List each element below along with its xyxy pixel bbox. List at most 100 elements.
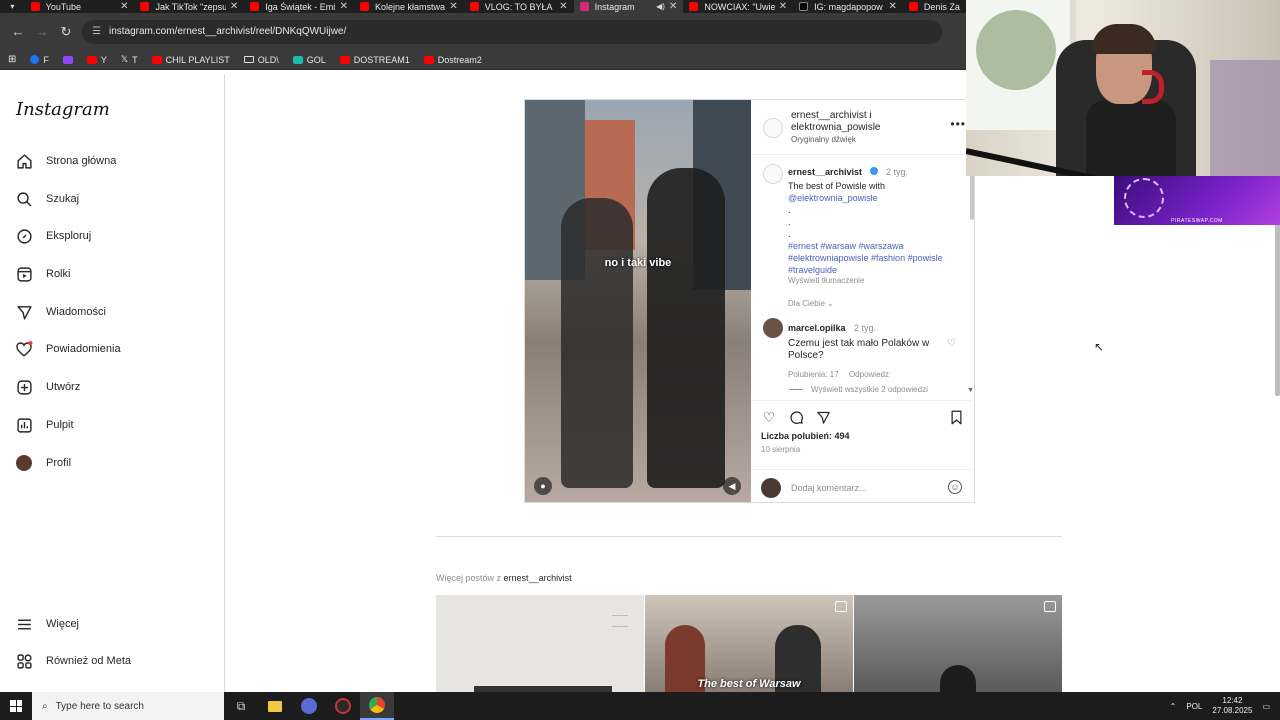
tab-iga-swiatek[interactable]: Iga Świątek - Emi ✕ — [244, 0, 354, 13]
tagged-user-icon[interactable]: ● — [534, 477, 552, 495]
thumbnail-person — [940, 665, 976, 692]
post-thumbnail[interactable] — [854, 595, 1062, 692]
original-audio-link[interactable]: Oryginalny dźwięk — [791, 135, 856, 144]
reel-video[interactable]: no i taki vibe ● ◀ — [525, 100, 751, 502]
bookmark-gol[interactable]: GOL — [292, 55, 326, 65]
save-bookmark-button[interactable] — [948, 409, 964, 425]
tab-search-button[interactable]: ▾ — [0, 0, 25, 13]
clock[interactable]: 12:42 27.08.2025 — [1212, 696, 1252, 716]
language-indicator[interactable]: POL — [1186, 702, 1202, 711]
close-tab-icon[interactable]: ✕ — [559, 1, 567, 12]
for-you-dropdown[interactable]: Dla Ciebie ⌄ — [788, 299, 963, 308]
section-divider — [436, 536, 1062, 537]
tab-vlog[interactable]: VLOG: TO BYŁA N ✕ — [464, 0, 574, 13]
post-authors[interactable]: ernest__archivist i elektrownia_powisle — [791, 110, 881, 134]
app-icon[interactable] — [292, 692, 326, 720]
bookmark-x[interactable]: 𝕏T — [121, 54, 138, 65]
caption-username[interactable]: ernest__archivist — [788, 167, 862, 177]
windows-icon — [10, 700, 22, 712]
file-explorer-icon[interactable] — [258, 692, 292, 720]
hashtags[interactable]: #ernest #warsaw #warszawa — [788, 240, 963, 252]
close-tab-icon[interactable]: ✕ — [669, 1, 677, 12]
notifications-icon[interactable]: ▭ — [1262, 702, 1270, 711]
address-bar[interactable]: ☰ instagram.com/ernest__archivist/reel/D… — [82, 19, 942, 44]
meta-icon — [14, 651, 34, 671]
likes-count[interactable]: Liczba polubień: 494 — [761, 431, 850, 441]
comment-button[interactable] — [788, 409, 804, 425]
tab-tiktok-video[interactable]: Jak TikTok "zepsu ✕ — [134, 0, 244, 13]
youtube-icon — [151, 55, 162, 64]
nav-reels[interactable]: Rolki — [14, 262, 70, 286]
post-thumbnail[interactable]: The best of Warsaw — [645, 595, 853, 692]
tab-nowciax[interactable]: NOWCIAX: "Uwie ✕ — [683, 0, 793, 13]
author-avatar[interactable] — [763, 118, 783, 138]
chevron-up-icon[interactable]: ⌃ — [1170, 702, 1177, 711]
nav-explore[interactable]: Eksploruj — [14, 224, 91, 248]
emoji-icon[interactable]: ☺ — [948, 480, 962, 494]
close-tab-icon[interactable]: ✕ — [449, 1, 457, 12]
taskbar-search[interactable]: ⌕ Type here to search — [32, 692, 224, 720]
nav-profile[interactable]: Profil — [14, 451, 71, 475]
bookmark-youtube[interactable]: Y — [86, 55, 107, 65]
apps-icon[interactable]: ⊞ — [8, 54, 16, 65]
comment-username[interactable]: marcel.opilka — [788, 323, 846, 333]
nav-messages[interactable]: Wiadomości — [14, 300, 106, 324]
commenter-avatar[interactable] — [763, 318, 783, 338]
bookmark-twitch[interactable] — [62, 55, 73, 64]
app-icon[interactable] — [326, 692, 360, 720]
site-info-icon[interactable]: ☰ — [92, 26, 101, 37]
scroll-down-arrow-icon[interactable]: ▼ — [967, 387, 974, 394]
nav-create[interactable]: Utwórz — [14, 375, 80, 399]
reply-button[interactable]: Odpowiedz — [849, 370, 889, 379]
bookmark-dostream1[interactable]: DOSTREAM1 — [339, 55, 410, 65]
hashtags[interactable]: #elektrowniapowisle #fashion #powisle — [788, 252, 963, 264]
tab-youtube[interactable]: YouTube ✕ — [25, 0, 135, 13]
hashtags[interactable]: #travelguide — [788, 264, 963, 276]
tab-tiktok-magda[interactable]: IG: magdapopow ✕ — [793, 0, 903, 13]
forward-button[interactable]: → — [30, 20, 54, 44]
reload-button[interactable]: ↻ — [54, 20, 78, 44]
add-comment-input[interactable]: Dodaj komentarz... — [791, 483, 867, 493]
chrome-icon[interactable] — [360, 692, 394, 720]
close-tab-icon[interactable]: ✕ — [230, 1, 238, 12]
like-button[interactable]: ♡ — [761, 409, 777, 425]
nav-also-from-meta[interactable]: Również od Meta — [14, 649, 131, 673]
share-button[interactable] — [815, 409, 831, 425]
comments-scrollbar[interactable] — [970, 174, 974, 220]
caption-author-avatar[interactable] — [763, 164, 783, 184]
nav-dashboard[interactable]: Pulpit — [14, 413, 74, 437]
close-tab-icon[interactable]: ✕ — [120, 1, 128, 12]
back-button[interactable]: ← — [6, 20, 30, 44]
nav-home[interactable]: Strona główna — [14, 149, 116, 173]
bookmark-dostream2[interactable]: Dostream2 — [423, 55, 482, 65]
mention-link[interactable]: @elektrownia_powisle — [788, 192, 963, 204]
tab-denis[interactable]: Denis Za — [903, 0, 966, 13]
youtube-icon — [423, 55, 434, 64]
close-tab-icon[interactable]: ✕ — [779, 1, 787, 12]
bookmark-facebook[interactable]: F — [30, 55, 49, 65]
task-view-icon[interactable]: ⧉ — [224, 692, 258, 720]
nav-notifications[interactable]: Powiadomienia — [14, 337, 121, 361]
view-replies-link[interactable]: Wyświetl wszystkie 2 odpowiedzi — [789, 385, 928, 394]
nav-more[interactable]: Więcej — [14, 612, 79, 636]
close-tab-icon[interactable]: ✕ — [340, 1, 348, 12]
sponsor-banner: PIRATESWAP.COM — [1114, 176, 1280, 225]
start-button[interactable] — [0, 692, 32, 720]
like-comment-icon[interactable]: ♡ — [947, 338, 956, 349]
comments-section[interactable]: ernest__archivist 2 tyg. The best of Pow… — [751, 156, 974, 396]
translate-link[interactable]: Wyświetl tłumaczenie — [788, 276, 963, 285]
instagram-logo[interactable]: Instagram — [16, 99, 110, 120]
bookmark-chil-playlist[interactable]: CHIL PLAYLIST — [151, 55, 230, 65]
post-thumbnail[interactable] — [436, 595, 644, 692]
nav-search[interactable]: Szukaj — [14, 187, 79, 211]
youtube-icon — [250, 2, 260, 11]
speaker-icon[interactable]: ◀) — [656, 2, 665, 11]
more-options-icon[interactable]: ••• — [950, 117, 966, 131]
tab-instagram[interactable]: Instagram ◀) ✕ — [573, 0, 684, 13]
close-tab-icon[interactable]: ✕ — [889, 1, 897, 12]
bookmark-folder-old[interactable]: OLD\ — [243, 55, 279, 65]
mute-icon[interactable]: ◀ — [723, 477, 741, 495]
profile-avatar — [14, 453, 34, 473]
more-posts-username[interactable]: ernest__archivist — [504, 573, 572, 583]
tab-kolejne-klamstwa[interactable]: Kolejne kłamstwa ✕ — [354, 0, 464, 13]
